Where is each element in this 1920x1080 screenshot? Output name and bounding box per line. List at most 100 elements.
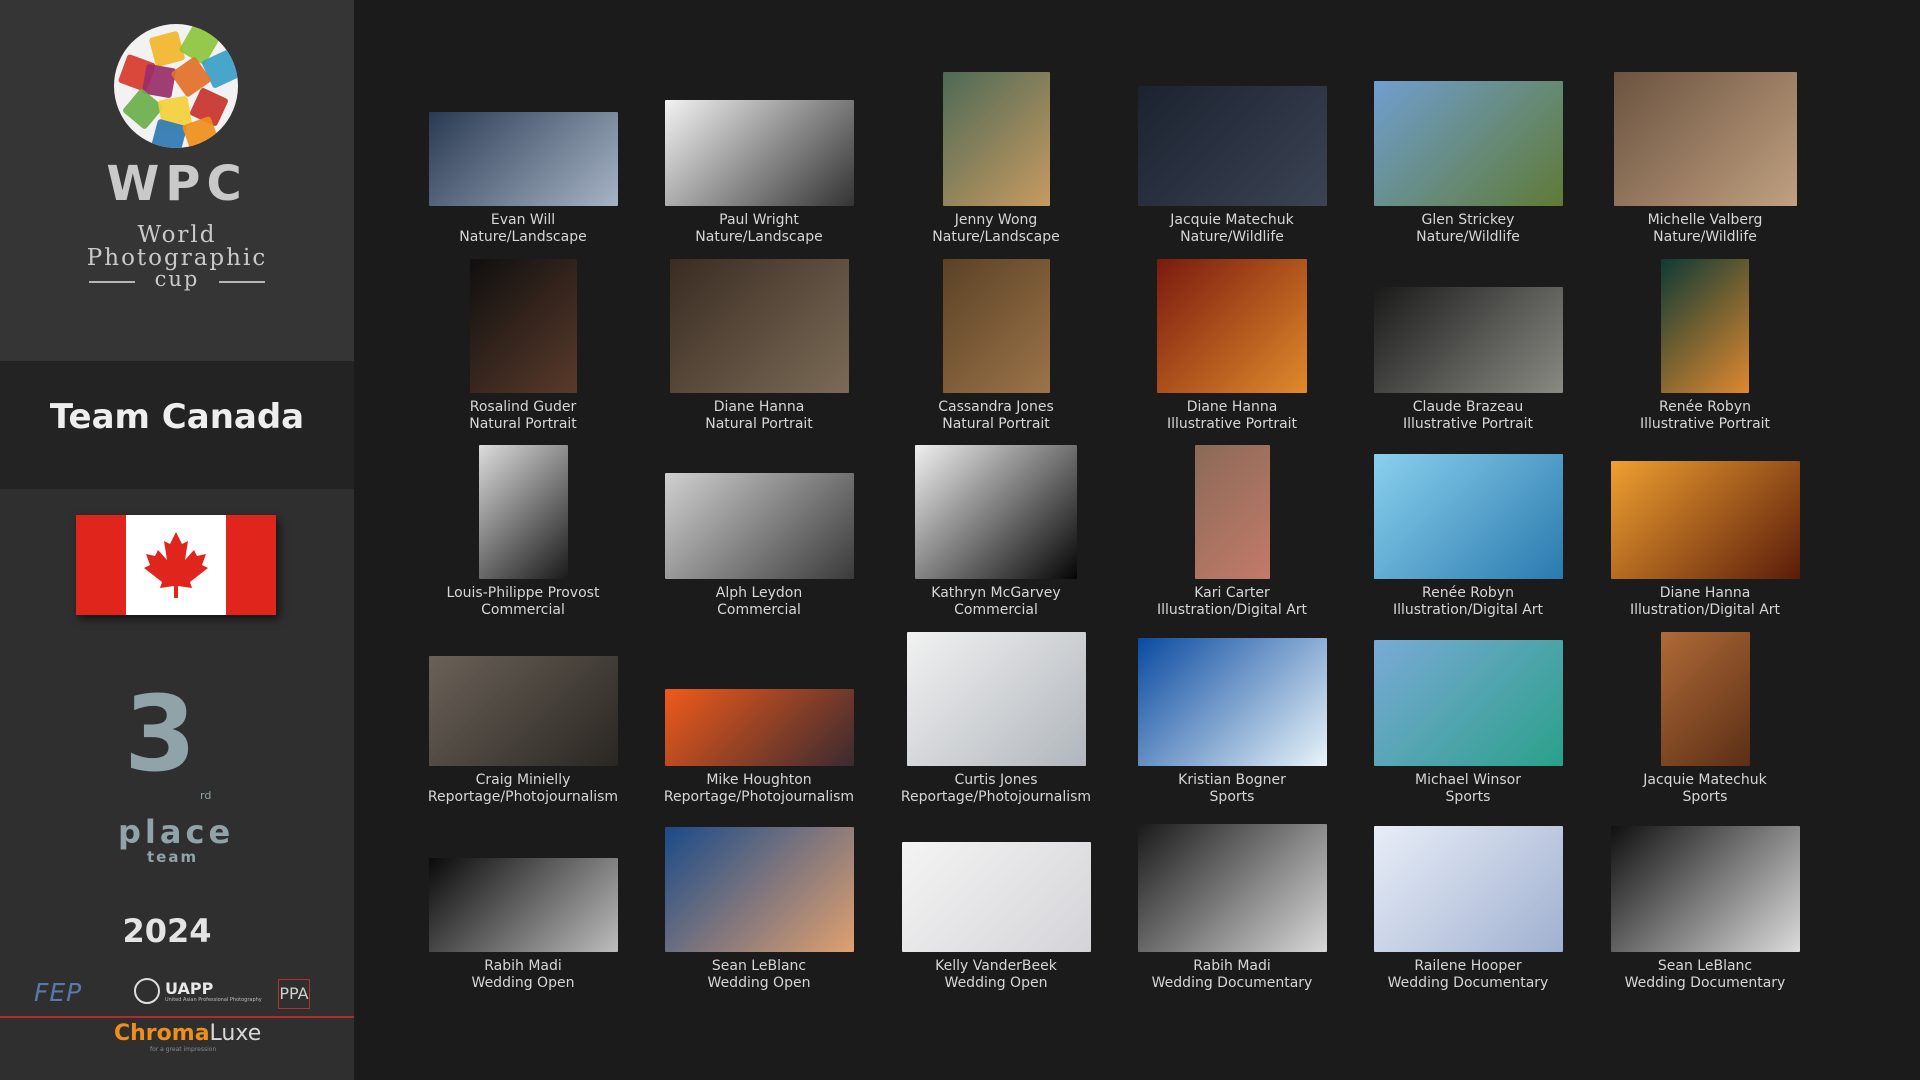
entry-category: Illustrative Portrait	[1639, 416, 1771, 432]
entry-photographer: Diane Hanna	[1659, 585, 1751, 601]
entry-category: Nature/Landscape	[695, 229, 823, 245]
entry-photographer: Glen Strickey	[1421, 212, 1515, 228]
rank-suffix: rd	[200, 789, 212, 802]
divider	[219, 281, 265, 283]
chromaluxe-tagline: for a great impression	[150, 1046, 217, 1053]
team-name: Team Canada	[49, 397, 305, 437]
entry-photographer: Michael Winsor	[1415, 772, 1521, 788]
entry-photo	[1157, 259, 1307, 393]
uapp-emblem-icon	[134, 978, 160, 1004]
rank-team-label: team	[147, 848, 199, 866]
entry-photographer: Craig Minielly	[475, 772, 571, 788]
entry-photo	[428, 112, 618, 206]
uapp-logo-text: UAPP	[165, 979, 214, 998]
chromaluxe-logo: ChromaLuxe	[114, 1021, 262, 1046]
entry-photographer: Sean LeBlanc	[1657, 958, 1753, 974]
entry-category: Nature/Landscape	[932, 229, 1060, 245]
wpc-title: WPC	[106, 156, 248, 212]
entry-photo	[428, 858, 618, 952]
entry-photographer: Rosalind Guder	[469, 399, 577, 415]
entry-category: Sports	[1445, 789, 1491, 805]
entry-category: Commercial	[717, 602, 801, 618]
entry-photo	[1613, 72, 1797, 206]
entry-photographer: Jenny Wong	[954, 212, 1038, 228]
entry-photo	[1373, 826, 1563, 952]
rank-number: 3	[124, 673, 197, 795]
entry-photo	[664, 100, 854, 206]
entry-photo	[1610, 826, 1800, 952]
entry-photo	[1373, 81, 1563, 206]
entry-category: Sports	[1682, 789, 1728, 805]
entry-photographer: Mike Houghton	[706, 772, 812, 788]
entry-photo	[1194, 445, 1270, 579]
entry-category: Reportage/Photojournalism	[663, 789, 855, 805]
entry-photographer: Cassandra Jones	[938, 399, 1054, 415]
entry-category: Natural Portrait	[469, 416, 577, 432]
entry-photographer: Renée Robyn	[1659, 399, 1751, 415]
entry-photo	[906, 632, 1086, 766]
entry-photo	[1373, 287, 1563, 393]
entry-category: Wedding Documentary	[1624, 975, 1786, 991]
rank-place-label: place	[118, 813, 235, 851]
entry-photo	[1661, 259, 1749, 393]
divider	[89, 281, 135, 283]
entry-photographer: Michelle Valberg	[1647, 212, 1763, 228]
entry-photo	[901, 842, 1091, 952]
entry-category: Sports	[1209, 789, 1255, 805]
entry-category: Natural Portrait	[705, 416, 813, 432]
entry-photo	[1660, 632, 1750, 766]
entry-photographer: Claude Brazeau	[1412, 399, 1524, 415]
entry-category: Illustration/Digital Art	[1156, 602, 1308, 618]
entry-photographer: Jacquie Matechuk	[1643, 772, 1767, 788]
entry-photographer: Kari Carter	[1194, 585, 1270, 601]
entry-category: Wedding Open	[471, 975, 575, 991]
team-band: Team Canada	[0, 361, 354, 489]
ppa-logo: PPA	[278, 979, 310, 1009]
uapp-logo-subtitle: United Asian Professional Photography	[165, 997, 262, 1003]
entry-photo	[942, 259, 1050, 393]
entry-photo	[915, 445, 1077, 579]
entry-photographer: Kathryn McGarvey	[931, 585, 1061, 601]
entry-photographer: Rabih Madi	[484, 958, 562, 974]
entry-category: Wedding Documentary	[1151, 975, 1313, 991]
entry-photo	[1610, 461, 1800, 579]
entry-category: Illustration/Digital Art	[1392, 602, 1544, 618]
entry-photographer: Evan Will	[490, 212, 556, 228]
entry-photographer: Rabih Madi	[1193, 958, 1271, 974]
entry-category: Nature/Wildlife	[1416, 229, 1520, 245]
entry-photographer: Diane Hanna	[1186, 399, 1278, 415]
entry-photographer: Diane Hanna	[713, 399, 805, 415]
entry-category: Reportage/Photojournalism	[900, 789, 1092, 805]
entry-category: Commercial	[481, 602, 565, 618]
entry-photographer: Alph Leydon	[715, 585, 803, 601]
entry-photographer: Louis-Philippe Provost	[446, 585, 600, 601]
canada-flag-icon	[76, 515, 276, 615]
entry-photo	[664, 827, 854, 952]
entry-category: Nature/Wildlife	[1180, 229, 1284, 245]
entry-category: Illustration/Digital Art	[1629, 602, 1781, 618]
year: 2024	[122, 912, 212, 950]
entry-photo	[942, 72, 1050, 206]
entry-category: Wedding Documentary	[1387, 975, 1549, 991]
entry-photo	[664, 473, 854, 579]
entry-photo	[664, 689, 854, 766]
entry-photographer: Railene Hooper	[1414, 958, 1522, 974]
entry-photo	[469, 259, 577, 393]
entry-photo	[1137, 824, 1327, 952]
entry-category: Natural Portrait	[942, 416, 1050, 432]
entry-photographer: Kelly VanderBeek	[935, 958, 1057, 974]
entry-category: Reportage/Photojournalism	[427, 789, 619, 805]
entry-photo	[1373, 640, 1563, 766]
wpc-subtitle-cup: cup	[154, 267, 200, 291]
entry-photo	[1137, 86, 1327, 206]
entry-photographer: Paul Wright	[719, 212, 799, 228]
divider	[0, 1016, 354, 1018]
entry-category: Nature/Wildlife	[1653, 229, 1757, 245]
entry-photographer: Sean LeBlanc	[711, 958, 807, 974]
entry-category: Commercial	[954, 602, 1038, 618]
entry-category: Nature/Landscape	[459, 229, 587, 245]
entry-photo	[1137, 638, 1327, 766]
entry-category: Illustrative Portrait	[1402, 416, 1534, 432]
entry-photographer: Jacquie Matechuk	[1170, 212, 1294, 228]
wpc-ball-icon	[114, 24, 238, 148]
